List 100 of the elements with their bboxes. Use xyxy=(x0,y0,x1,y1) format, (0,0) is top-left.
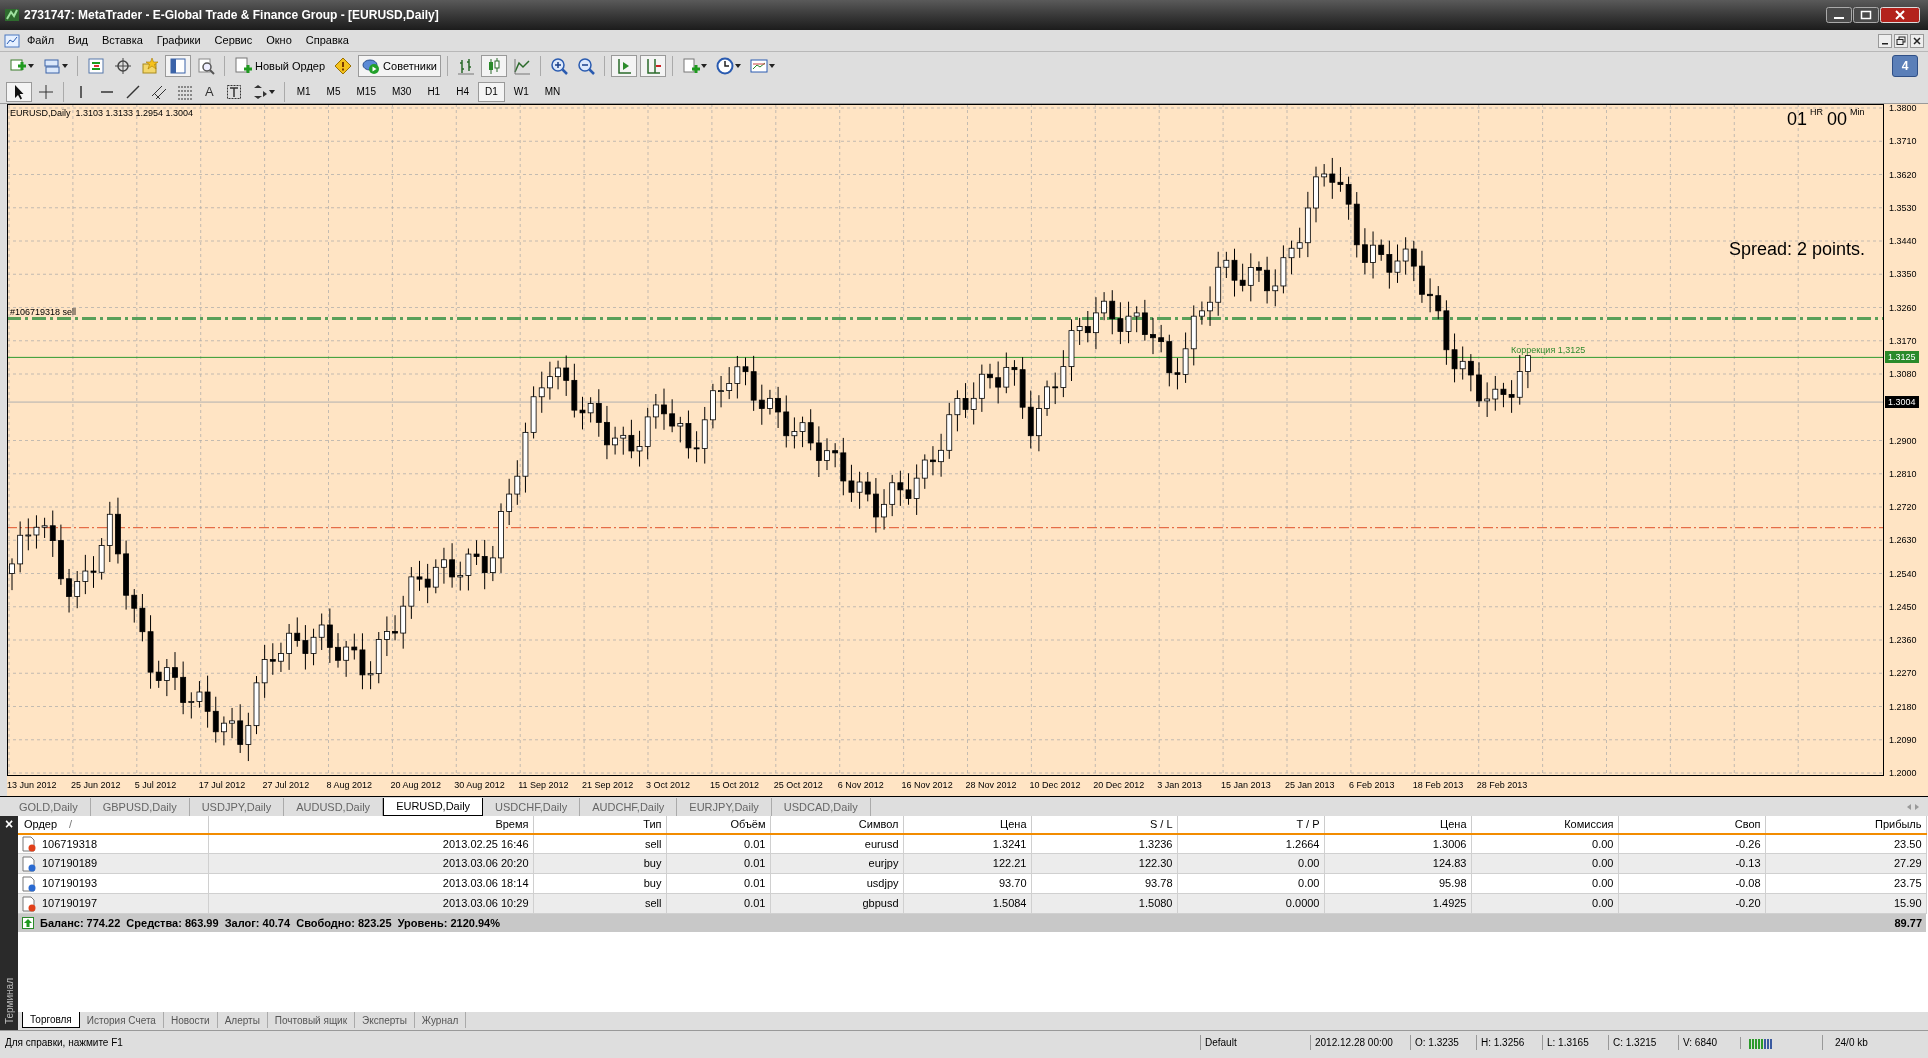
date-axis-label: 3 Jan 2013 xyxy=(1157,779,1202,792)
column-header[interactable]: Комиссия xyxy=(1471,816,1618,834)
minimize-icon[interactable] xyxy=(1878,33,1892,48)
price-axis-label: 1.3080 xyxy=(1889,369,1917,379)
notifications-button[interactable]: 4 xyxy=(1892,55,1918,77)
chart-window-icon[interactable] xyxy=(4,32,20,49)
caret-icon[interactable] xyxy=(734,64,741,68)
menu-item[interactable]: Окно xyxy=(259,32,299,49)
caret-icon[interactable] xyxy=(62,64,68,68)
timeframe-button[interactable]: MN xyxy=(537,81,568,102)
timeframe-button[interactable]: H1 xyxy=(420,81,448,102)
zoom-out-icon[interactable] xyxy=(576,57,595,75)
table-cell: 0.00 xyxy=(1471,833,1618,854)
close-button[interactable]: × xyxy=(4,816,14,832)
timeframe-button[interactable]: D1 xyxy=(478,81,505,102)
text-label-icon[interactable] xyxy=(225,83,242,100)
column-header[interactable]: Цена xyxy=(1324,816,1471,834)
menu-item[interactable]: Графики xyxy=(149,32,208,49)
text-tool-button[interactable]: A xyxy=(199,81,220,102)
table-cell: 1.3236 xyxy=(1031,833,1177,854)
panel-title: Терминал xyxy=(2,977,16,1024)
menu-item[interactable]: Файл xyxy=(20,32,62,49)
close-icon[interactable] xyxy=(1910,33,1924,48)
caret-icon[interactable] xyxy=(28,64,34,68)
terminal-tab[interactable]: Новости xyxy=(163,1012,218,1028)
date-axis-label: 11 Sep 2012 xyxy=(518,779,569,792)
timeframe-button[interactable]: H4 xyxy=(449,81,476,102)
timeframe-button[interactable]: M1 xyxy=(289,81,318,102)
minimize-icon[interactable] xyxy=(1826,7,1852,23)
indicator-add-icon[interactable] xyxy=(681,57,700,75)
new-order-button[interactable]: Новый Ордер xyxy=(231,55,329,77)
zoom-in-icon[interactable] xyxy=(549,57,568,75)
column-header[interactable]: S / L xyxy=(1031,816,1177,834)
table-cell: buy xyxy=(533,853,666,874)
column-header[interactable]: Прибыль xyxy=(1765,816,1926,834)
caret-icon[interactable] xyxy=(700,64,707,68)
channel-icon[interactable] xyxy=(151,83,167,100)
navigator-icon[interactable] xyxy=(169,57,187,75)
terminal-tab[interactable]: Алерты xyxy=(217,1012,268,1028)
line-chart-icon[interactable] xyxy=(512,57,531,75)
table-cell: 0.01 xyxy=(666,853,770,874)
column-header[interactable]: Объём xyxy=(666,816,770,834)
date-axis-label: 16 Nov 2012 xyxy=(901,779,953,792)
table-cell: 23.75 xyxy=(1765,873,1926,894)
account-summary: Баланс: 774.22 Средства: 863.99 Залог: 40.74 Свободно: 823.25 Уровень: 2120.94% xyxy=(40,915,500,931)
timer-hours: 01 xyxy=(1787,108,1808,131)
document-plus-icon xyxy=(234,57,252,75)
balance-up-icon xyxy=(22,916,34,929)
column-header[interactable]: T / P xyxy=(1177,816,1324,834)
price-axis-label: 1.3620 xyxy=(1889,169,1917,180)
terminal-tab[interactable]: История Счета xyxy=(79,1012,164,1028)
column-header[interactable]: Тип xyxy=(533,816,666,834)
bar-chart-icon[interactable] xyxy=(456,57,475,75)
column-header[interactable]: Символ xyxy=(770,816,903,834)
menu-item[interactable]: Справка xyxy=(298,32,356,49)
column-header[interactable]: Время xyxy=(208,816,533,834)
price-axis-label: 1.3710 xyxy=(1889,136,1917,147)
price-axis-label: 1.2900 xyxy=(1889,435,1917,446)
date-axis-label: 30 Aug 2012 xyxy=(454,779,505,792)
timeframe-button[interactable]: M15 xyxy=(349,81,383,102)
date-axis-label: 21 Sep 2012 xyxy=(582,779,634,792)
trend-line-icon[interactable] xyxy=(125,83,141,100)
terminal-tab[interactable]: Эксперты xyxy=(355,1012,415,1028)
status-field: 2012.12.28 00:00 xyxy=(1310,1035,1410,1050)
maximize-icon[interactable] xyxy=(1853,7,1879,23)
table-cell: 2013.03.06 10:29 xyxy=(208,893,533,914)
terminal-tab[interactable]: Почтовый ящик xyxy=(267,1012,356,1028)
date-axis-label: 6 Feb 2013 xyxy=(1348,779,1395,792)
star-folder-icon[interactable] xyxy=(141,57,159,75)
magnifier-icon[interactable] xyxy=(197,57,215,75)
table-cell: 23.50 xyxy=(1765,833,1926,854)
table-cell: 0.00 xyxy=(1177,853,1324,874)
warning-diamond-icon[interactable] xyxy=(334,57,353,75)
chart-tab[interactable]: EURUSD,Daily xyxy=(383,798,484,816)
level-label: Коррекция 1,3125 xyxy=(1510,345,1587,356)
timeframe-button[interactable]: M5 xyxy=(319,81,348,102)
price-tag: 1.3125 xyxy=(1885,351,1919,364)
caret-icon[interactable] xyxy=(768,64,775,68)
experts-button[interactable]: Советники xyxy=(358,55,441,77)
price-axis-label: 1.3800 xyxy=(1889,103,1917,113)
column-header[interactable]: Цена xyxy=(903,816,1031,834)
template-icon[interactable] xyxy=(749,57,768,75)
column-header[interactable]: Своп xyxy=(1618,816,1765,834)
market-watch-icon[interactable] xyxy=(87,57,105,75)
menu-item[interactable]: Вид xyxy=(61,32,95,49)
status-field: L: 1.3165 xyxy=(1542,1035,1608,1050)
caret-icon[interactable] xyxy=(268,89,275,94)
terminal-tab[interactable]: Торговля xyxy=(22,1012,80,1028)
terminal-tab[interactable]: Журнал xyxy=(414,1012,467,1028)
menu-item[interactable]: Вставка xyxy=(94,32,150,49)
clock-icon[interactable] xyxy=(715,57,734,75)
price-axis-label: 1.2810 xyxy=(1889,468,1917,479)
date-axis-label: 25 Jan 2013 xyxy=(1285,779,1335,792)
date-axis-label: 28 Nov 2012 xyxy=(965,779,1017,792)
price-axis-label: 1.3350 xyxy=(1889,269,1917,280)
timeframe-button[interactable]: W1 xyxy=(506,81,536,102)
restore-icon[interactable] xyxy=(1894,33,1908,48)
crosshair-icon[interactable] xyxy=(114,57,132,75)
timeframe-button[interactable]: M30 xyxy=(384,81,419,102)
menu-item[interactable]: Сервис xyxy=(207,32,260,49)
